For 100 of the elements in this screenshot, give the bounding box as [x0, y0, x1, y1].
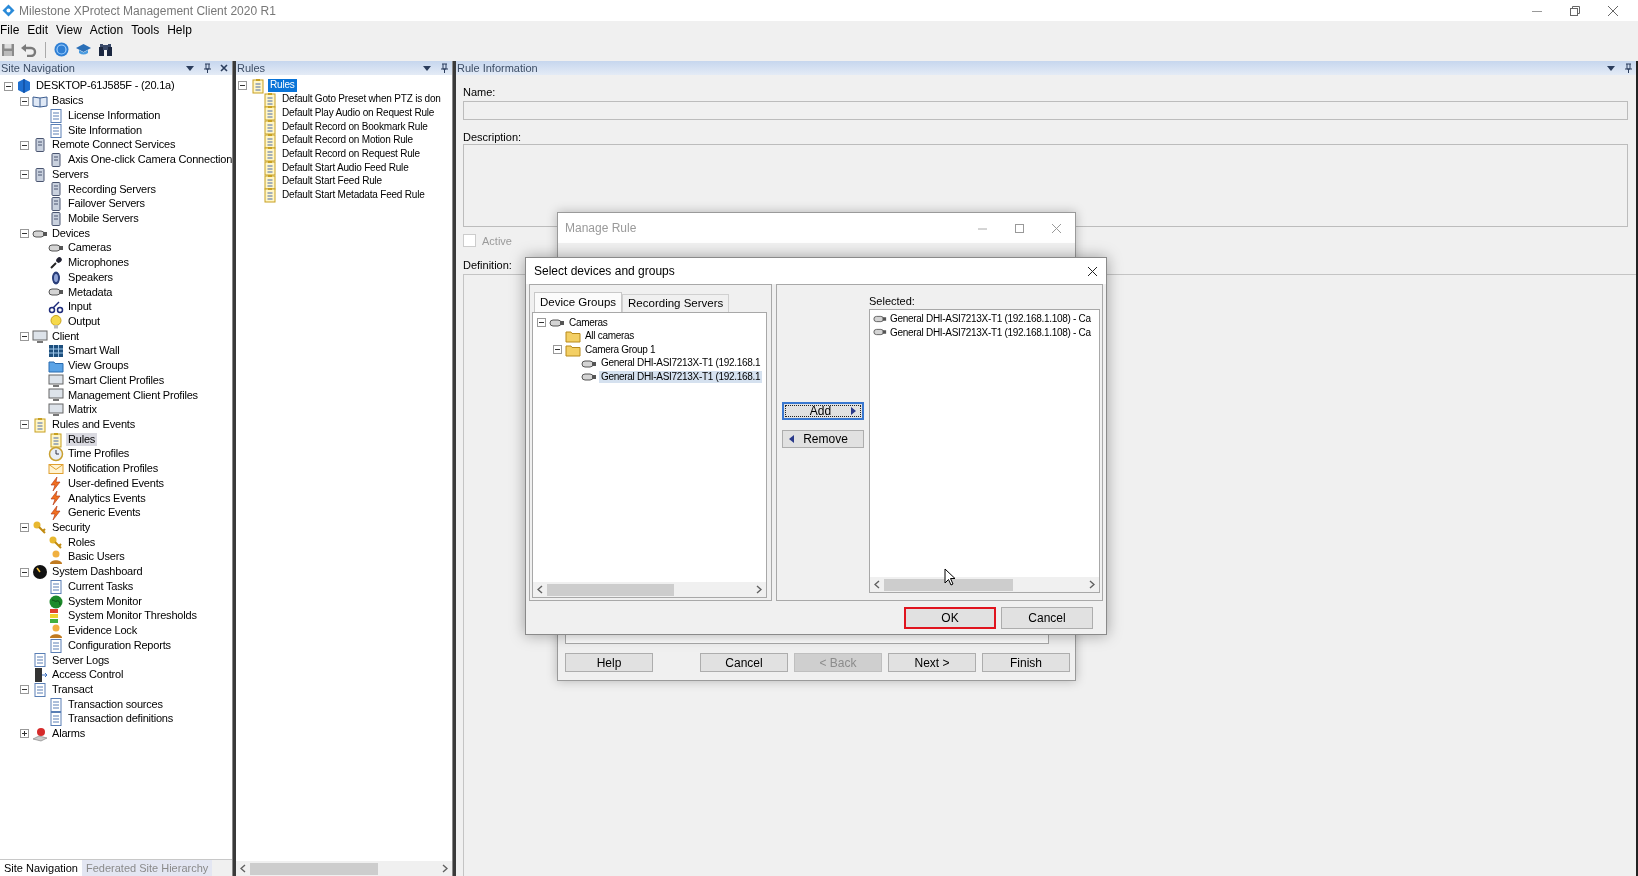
- collapse-icon[interactable]: [20, 170, 29, 180]
- name-field[interactable]: [463, 101, 1628, 120]
- collapse-icon[interactable]: [537, 318, 546, 328]
- dropdown-icon[interactable]: [422, 63, 432, 73]
- tree-item[interactable]: Servers: [50, 167, 91, 182]
- tree-item[interactable]: Server Logs: [50, 653, 112, 668]
- tree-item[interactable]: View Groups: [66, 359, 131, 373]
- tree-item[interactable]: Management Client Profiles: [66, 388, 200, 403]
- tree-item[interactable]: Basic Users: [66, 550, 127, 565]
- list-item[interactable]: General DHI-ASI7213X-T1 (192.168.1.108) - Ca: [890, 313, 1091, 325]
- horizontal-scrollbar[interactable]: [236, 861, 452, 876]
- tree-item[interactable]: System Monitor Thresholds: [66, 609, 199, 624]
- pin-icon[interactable]: [439, 62, 449, 74]
- collapse-icon[interactable]: [20, 685, 29, 695]
- tree-item[interactable]: Transaction definitions: [66, 712, 176, 727]
- dialog-button[interactable]: Help: [565, 653, 653, 672]
- tab[interactable]: Device Groups: [534, 292, 623, 312]
- menu-item[interactable]: Tools: [128, 23, 165, 37]
- tree-item[interactable]: Alarms: [50, 727, 88, 741]
- tree-item[interactable]: Cameras: [567, 316, 610, 330]
- dialog-button[interactable]: OK: [904, 606, 996, 629]
- tree-item[interactable]: License Information: [66, 108, 163, 123]
- tree-item[interactable]: Metadata: [66, 285, 115, 300]
- tree-item[interactable]: Default Record on Bookmark Rule: [280, 120, 430, 134]
- menu-item[interactable]: View: [53, 23, 87, 37]
- tree-item[interactable]: General DHI-ASI7213X-T1 (192.168.1: [599, 370, 763, 384]
- tab[interactable]: Recording Servers: [622, 294, 730, 312]
- scroll-right-icon[interactable]: [1089, 580, 1095, 589]
- tree-item[interactable]: Roles: [66, 535, 98, 550]
- transfer-button[interactable]: Remove: [782, 430, 864, 448]
- close-icon[interactable]: [219, 63, 229, 73]
- scroll-left-icon[interactable]: [240, 864, 246, 873]
- tree-item[interactable]: Remote Connect Services: [50, 138, 178, 153]
- tree-item[interactable]: Microphones: [66, 256, 131, 270]
- tree-item[interactable]: Default Start Metadata Feed Rule: [280, 189, 427, 202]
- tree-item[interactable]: Analytics Events: [66, 491, 148, 506]
- tree-item[interactable]: Smart Wall: [66, 344, 122, 359]
- pin-icon[interactable]: [1623, 62, 1633, 74]
- collapse-icon[interactable]: [20, 96, 29, 106]
- tree-item[interactable]: Default Record on Request Rule: [280, 147, 422, 161]
- tree-item[interactable]: Transact: [50, 682, 95, 697]
- menu-item[interactable]: Action: [86, 23, 129, 37]
- tree-item[interactable]: Current Tasks: [66, 579, 136, 594]
- tree-item[interactable]: Axis One-click Camera Connection: [66, 153, 235, 167]
- tree-item[interactable]: Input: [66, 300, 94, 314]
- tree-item[interactable]: Default Record on Motion Rule: [280, 134, 415, 147]
- tree-item[interactable]: Recording Servers: [66, 182, 158, 197]
- collapse-icon[interactable]: [238, 81, 247, 91]
- dialog-button[interactable]: Finish: [982, 653, 1070, 672]
- undo-icon[interactable]: [21, 42, 37, 57]
- transfer-button[interactable]: Add: [782, 402, 864, 420]
- tree-item[interactable]: Default Start Audio Feed Rule: [280, 161, 411, 175]
- list-item[interactable]: General DHI-ASI7213X-T1 (192.168.1.108) - Ca: [890, 326, 1091, 338]
- tree-item[interactable]: Evidence Lock: [66, 624, 139, 638]
- tree-item[interactable]: Rules: [66, 432, 98, 447]
- tree-item[interactable]: Failover Servers: [66, 197, 147, 211]
- collapse-icon[interactable]: [4, 81, 13, 91]
- tree-item[interactable]: Access Control: [50, 668, 126, 682]
- menu-item[interactable]: Edit: [24, 23, 54, 37]
- binoculars-icon[interactable]: [98, 42, 113, 57]
- dialog-button[interactable]: Cancel: [1001, 606, 1093, 629]
- tree-item[interactable]: Configuration Reports: [66, 638, 173, 653]
- collapse-icon[interactable]: [20, 140, 29, 150]
- tree-item[interactable]: Rules and Events: [50, 418, 138, 432]
- collapse-icon[interactable]: [20, 332, 29, 342]
- help-icon[interactable]: [54, 42, 69, 57]
- tab[interactable]: Site Navigation: [0, 860, 82, 876]
- close-icon[interactable]: [1087, 265, 1098, 277]
- tree-item[interactable]: Client: [50, 329, 81, 344]
- scroll-right-icon[interactable]: [756, 585, 762, 594]
- save-icon[interactable]: [1, 42, 15, 57]
- tree-item[interactable]: Generic Events: [66, 506, 143, 521]
- dialog-button[interactable]: Cancel: [700, 653, 788, 672]
- tree-item[interactable]: Default Goto Preset when PTZ is don: [280, 93, 443, 106]
- tree-item[interactable]: Security: [50, 521, 93, 535]
- tree-item[interactable]: All cameras: [583, 330, 636, 343]
- tree-item[interactable]: User-defined Events: [66, 476, 166, 491]
- tree-item[interactable]: DESKTOP-61J585F - (20.1a): [34, 79, 177, 94]
- scroll-left-icon[interactable]: [537, 585, 543, 594]
- restore-icon[interactable]: [1569, 4, 1581, 17]
- tree-item[interactable]: System Dashboard: [50, 565, 145, 579]
- graduation-cap-icon[interactable]: [75, 43, 92, 56]
- tree-item[interactable]: Matrix: [66, 403, 99, 418]
- maximize-icon[interactable]: [1014, 222, 1025, 234]
- dropdown-icon[interactable]: [185, 63, 195, 73]
- tree-item[interactable]: Speakers: [66, 270, 115, 285]
- tree-item[interactable]: Output: [66, 315, 102, 329]
- tree-item[interactable]: Smart Client Profiles: [66, 373, 167, 388]
- tree-item[interactable]: Transaction sources: [66, 697, 165, 712]
- expand-icon[interactable]: [20, 729, 29, 739]
- tree-item[interactable]: Cameras: [66, 241, 114, 256]
- menu-item[interactable]: Help: [164, 23, 197, 37]
- tree-item[interactable]: Default Start Feed Rule: [280, 175, 384, 188]
- collapse-icon[interactable]: [553, 345, 562, 355]
- pin-icon[interactable]: [202, 62, 212, 74]
- menu-item[interactable]: File: [0, 23, 25, 37]
- tree-item[interactable]: Devices: [50, 226, 92, 241]
- tree-item[interactable]: General DHI-ASI7213X-T1 (192.168.1: [599, 357, 763, 370]
- scroll-left-icon[interactable]: [874, 580, 880, 589]
- tree-item[interactable]: Site Information: [66, 123, 144, 138]
